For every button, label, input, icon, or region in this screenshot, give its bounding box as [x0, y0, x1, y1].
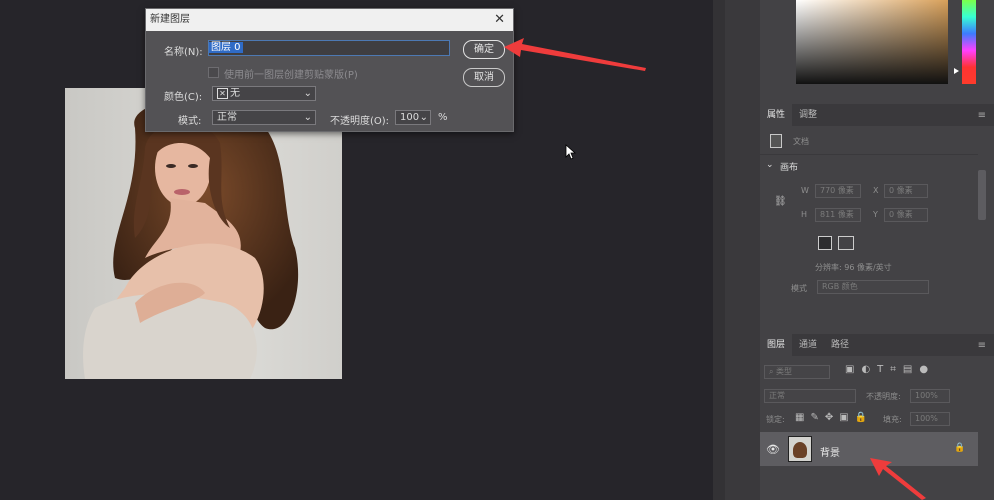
mouse-cursor-icon — [565, 144, 577, 160]
tab-adjustments[interactable]: 调整 — [792, 104, 824, 126]
ok-button[interactable]: 确定 — [463, 40, 505, 59]
color-label: 颜色(C): — [164, 92, 203, 103]
fill-label: 填充: — [883, 415, 902, 424]
portrait-orientation-icon[interactable] — [818, 236, 832, 250]
landscape-orientation-icon[interactable] — [838, 236, 854, 250]
tab-channels[interactable]: 通道 — [792, 334, 824, 356]
w-label: W — [801, 186, 809, 195]
lock-icons[interactable]: ▦✎✥▣🔒 — [795, 412, 873, 423]
tab-layers[interactable]: 图层 — [760, 334, 793, 356]
kind-filter-label: 类型 — [776, 367, 793, 376]
hue-slider[interactable] — [962, 0, 976, 84]
lock-icon[interactable]: 🔒 — [954, 443, 965, 453]
chevron-down-icon: ⌄ — [303, 88, 312, 99]
layers-tabbar: 图层 通道 路径 ≡ — [760, 334, 994, 356]
properties-tabbar: 属性 调整 ≡ — [760, 104, 994, 126]
no-color-icon: ✕ — [217, 88, 228, 99]
resolution-text: 分辨率: 96 像素/英寸 — [815, 263, 892, 272]
color-select-value: 无 — [230, 88, 240, 99]
panel-menu-icon[interactable]: ≡ — [978, 340, 986, 351]
annotation-arrow-layer — [870, 458, 926, 500]
chevron-down-icon: ⌄ — [303, 112, 312, 123]
chevron-down-icon: ⌄ — [419, 112, 428, 123]
layer-opacity-field[interactable]: 100% — [910, 389, 950, 403]
photoshop-window: 属性 调整 ≡ 文档 ⌄ 画布 W 770 像素 X 0 像素 ⛓ H 811 … — [0, 0, 994, 500]
opacity-unit: % — [438, 112, 448, 123]
layer-name-input[interactable]: 图层 0 — [208, 40, 450, 56]
link-chain-icon[interactable]: ⛓ — [774, 196, 787, 207]
opacity-field[interactable]: 100 ⌄ — [395, 110, 431, 125]
annotation-arrow-ok — [504, 38, 646, 71]
blend-mode-select[interactable]: 正常 — [764, 389, 856, 403]
properties-scrollbar[interactable] — [978, 170, 986, 220]
clip-mask-checkbox[interactable] — [208, 67, 219, 78]
name-label: 名称(N): — [164, 47, 203, 58]
dialog-title: 新建图层 — [150, 14, 190, 25]
mode-label: 模式: — [178, 116, 202, 127]
panel-menu-icon[interactable]: ≡ — [978, 110, 986, 121]
layer-kind-filter[interactable]: ⌕ 类型 — [764, 365, 830, 379]
y-label: Y — [873, 210, 878, 219]
tab-properties[interactable]: 属性 — [760, 104, 793, 126]
canvas-section-title: 画布 — [780, 163, 799, 173]
opacity-label: 不透明度(O): — [330, 116, 390, 127]
layer-opacity-label: 不透明度: — [866, 392, 901, 401]
mode-label: 模式 — [791, 284, 807, 293]
height-field[interactable]: 811 像素 — [815, 208, 861, 222]
color-mode-select[interactable]: RGB 颜色 — [817, 280, 929, 294]
tab-paths[interactable]: 路径 — [824, 334, 856, 356]
search-icon: ⌕ — [769, 367, 777, 376]
x-label: X — [873, 186, 879, 195]
divider — [760, 154, 978, 155]
layer-thumbnail — [788, 436, 812, 462]
doc-label: 文档 — [793, 137, 809, 146]
layer-filter-icons[interactable]: ▣◐T⌗▤● — [845, 364, 935, 375]
color-picker-field[interactable] — [796, 0, 948, 84]
panel-divider[interactable] — [713, 0, 725, 500]
y-field[interactable]: 0 像素 — [884, 208, 928, 222]
fill-field[interactable]: 100% — [910, 412, 950, 426]
collapsed-panel-strip — [725, 0, 760, 500]
chevron-down-icon[interactable]: ⌄ — [766, 160, 774, 170]
document-icon — [770, 134, 782, 148]
layer-name[interactable]: 背景 — [820, 444, 840, 459]
new-layer-dialog: 新建图层 ✕ 名称(N): 图层 0 使用前一图层创建剪贴蒙版(P) 颜色(C)… — [145, 8, 514, 132]
mode-select-value: 正常 — [217, 112, 237, 123]
mode-select[interactable]: 正常 ⌄ — [212, 110, 316, 125]
opacity-value: 100 — [400, 112, 420, 123]
dialog-titlebar[interactable]: 新建图层 — [146, 9, 513, 31]
clip-mask-label: 使用前一图层创建剪贴蒙版(P) — [224, 70, 358, 81]
h-label: H — [801, 210, 808, 219]
name-input-selection: 图层 0 — [209, 42, 243, 53]
color-select[interactable]: ✕ 无 ⌄ — [212, 86, 316, 101]
hue-slider-marker-icon — [954, 68, 959, 74]
cancel-button[interactable]: 取消 — [463, 68, 505, 87]
x-field[interactable]: 0 像素 — [884, 184, 928, 198]
width-field[interactable]: 770 像素 — [815, 184, 861, 198]
close-icon[interactable]: ✕ — [494, 9, 505, 31]
lock-label: 锁定: — [766, 415, 785, 424]
eye-visibility-icon[interactable]: 👁 — [766, 443, 780, 456]
